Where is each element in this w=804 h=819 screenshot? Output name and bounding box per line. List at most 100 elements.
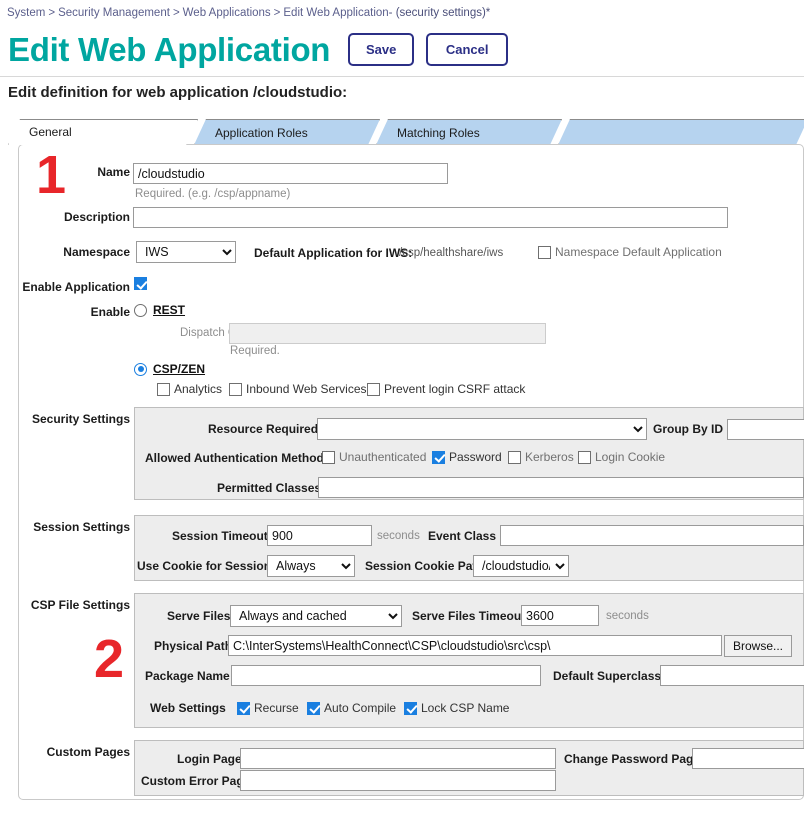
auto-compile-checkbox[interactable] <box>307 701 320 715</box>
namespace-label: Namespace <box>63 245 130 259</box>
login-page-label: Login Page <box>177 752 242 766</box>
description-label: Description <box>63 210 130 224</box>
lock-csp-name-checkbox[interactable] <box>404 701 417 715</box>
session-cookie-path-label: Session Cookie Path <box>365 559 484 573</box>
resource-required-label: Resource Required <box>208 422 319 436</box>
breadcrumb-item-edit-web-application[interactable]: Edit Web Application <box>283 7 388 19</box>
breadcrumb-separator: > <box>172 7 180 19</box>
analytics-checkbox[interactable] <box>157 382 170 396</box>
header-divider <box>0 76 804 77</box>
inbound-web-services-checkbox[interactable] <box>229 382 242 396</box>
auth-password-wrap[interactable]: Password <box>432 450 502 464</box>
name-label-wrap: Name <box>60 165 130 179</box>
auth-kerberos-wrap[interactable]: Kerberos <box>508 450 574 464</box>
resource-required-select[interactable] <box>317 418 647 440</box>
group-by-id-input[interactable] <box>727 419 804 440</box>
use-cookie-for-session-select[interactable]: Always <box>267 555 355 577</box>
serve-files-select[interactable]: Always and cached <box>230 605 402 627</box>
browse-button[interactable]: Browse... <box>724 635 793 657</box>
auth-login-cookie-label: Login Cookie <box>595 450 666 464</box>
enable-application-checkbox[interactable] <box>134 277 147 290</box>
breadcrumb-item-system[interactable]: System <box>7 7 45 19</box>
event-class-label: Event Class <box>428 529 497 543</box>
name-label: Name <box>97 165 130 179</box>
change-password-page-label: Change Password Page <box>564 752 701 766</box>
inbound-web-services-checkbox-wrap[interactable]: Inbound Web Services <box>229 382 367 396</box>
cspzen-label[interactable]: CSP/ZEN <box>153 362 205 376</box>
auto-compile-checkbox-wrap[interactable]: Auto Compile <box>307 701 396 715</box>
lock-csp-name-label: Lock CSP Name <box>421 701 510 715</box>
custom-error-page-input[interactable] <box>240 770 556 791</box>
name-input[interactable] <box>133 163 448 184</box>
package-name-input[interactable] <box>231 665 541 686</box>
recurse-checkbox-wrap[interactable]: Recurse <box>237 701 299 715</box>
description-label-wrap: Description <box>40 210 130 224</box>
auth-unauthenticated-checkbox[interactable] <box>322 450 335 464</box>
cspzen-radio-wrap[interactable]: CSP/ZEN <box>134 362 205 376</box>
prevent-csrf-label: Prevent login CSRF attack <box>384 382 526 396</box>
tab-matching-roles[interactable]: Matching Roles <box>376 119 562 145</box>
tab-bar: General Application Roles Matching Roles <box>8 119 796 145</box>
lock-csp-name-checkbox-wrap[interactable]: Lock CSP Name <box>404 701 509 715</box>
auth-password-checkbox[interactable] <box>432 450 445 464</box>
breadcrumb: System > Security Management > Web Applicati… <box>7 7 490 19</box>
analytics-checkbox-wrap[interactable]: Analytics <box>157 382 222 396</box>
save-button[interactable]: Save <box>348 32 415 66</box>
namespace-label-wrap: Namespace <box>50 245 130 259</box>
use-cookie-for-session-label: Use Cookie for Session <box>137 559 272 573</box>
tab-general[interactable]: General <box>8 119 198 145</box>
auth-unauthenticated-wrap[interactable]: Unauthenticated <box>322 450 426 464</box>
rest-radio-wrap[interactable]: REST <box>134 303 185 317</box>
page-header: Edit Web Application Save Cancel <box>0 24 804 74</box>
namespace-default-application-checkbox[interactable] <box>538 245 551 259</box>
page-title: Edit Web Application <box>8 30 331 68</box>
serve-files-timeout-input[interactable] <box>521 605 599 626</box>
prevent-csrf-checkbox-wrap[interactable]: Prevent login CSRF attack <box>367 382 525 396</box>
serve-files-timeout-units: seconds <box>606 610 649 622</box>
enable-label: Enable <box>90 305 130 319</box>
physical-path-input[interactable] <box>228 635 722 656</box>
prevent-csrf-checkbox[interactable] <box>367 382 380 396</box>
cspzen-radio[interactable] <box>134 362 147 376</box>
tab-general-label: General <box>29 125 72 139</box>
cancel-button[interactable]: Cancel <box>426 32 509 66</box>
auto-compile-label: Auto Compile <box>324 701 397 715</box>
session-timeout-input[interactable] <box>267 525 372 546</box>
custom-pages-section-label: Custom Pages <box>46 745 130 759</box>
group-by-id-label: Group By ID <box>653 422 724 436</box>
default-application-label: Default Application for IWS: <box>254 246 413 260</box>
namespace-default-application-label: Namespace Default Application <box>555 245 722 259</box>
enable-application-label: Enable Application <box>22 280 130 294</box>
rest-label[interactable]: REST <box>153 303 185 317</box>
event-class-input[interactable] <box>500 525 804 546</box>
custom-error-page-label: Custom Error Page <box>141 774 251 788</box>
default-superclass-input[interactable] <box>660 665 804 686</box>
dispatch-class-hint: Required. <box>230 345 280 357</box>
change-password-page-input[interactable] <box>692 748 804 769</box>
breadcrumb-item-web-applications[interactable]: Web Applications <box>183 7 271 19</box>
auth-login-cookie-wrap[interactable]: Login Cookie <box>578 450 665 464</box>
package-name-label: Package Name <box>145 669 230 683</box>
namespace-select[interactable]: IWS <box>136 241 236 263</box>
auth-kerberos-checkbox[interactable] <box>508 450 521 464</box>
enable-application-label-wrap: Enable Application <box>10 280 130 294</box>
web-settings-label: Web Settings <box>150 701 226 715</box>
login-page-input[interactable] <box>240 748 556 769</box>
breadcrumb-tail: - (security settings)* <box>388 7 491 19</box>
breadcrumb-item-security-management[interactable]: Security Management <box>58 7 170 19</box>
breadcrumb-separator: > <box>273 7 281 19</box>
tab-application-roles[interactable]: Application Roles <box>194 119 380 145</box>
auth-password-label: Password <box>449 450 502 464</box>
namespace-default-application-checkbox-wrap[interactable]: Namespace Default Application <box>538 245 722 259</box>
permitted-classes-input[interactable] <box>318 477 804 498</box>
recurse-checkbox[interactable] <box>237 701 250 715</box>
auth-login-cookie-checkbox[interactable] <box>578 450 591 464</box>
rest-radio[interactable] <box>134 303 147 317</box>
serve-files-label: Serve Files <box>167 609 231 623</box>
auth-kerberos-label: Kerberos <box>525 450 574 464</box>
dispatch-class-input[interactable] <box>229 323 546 344</box>
description-input[interactable] <box>133 207 728 228</box>
recurse-label: Recurse <box>254 701 299 715</box>
session-cookie-path-select[interactable]: /cloudstudio/ <box>473 555 569 577</box>
security-settings-section-label: Security Settings <box>31 412 130 426</box>
